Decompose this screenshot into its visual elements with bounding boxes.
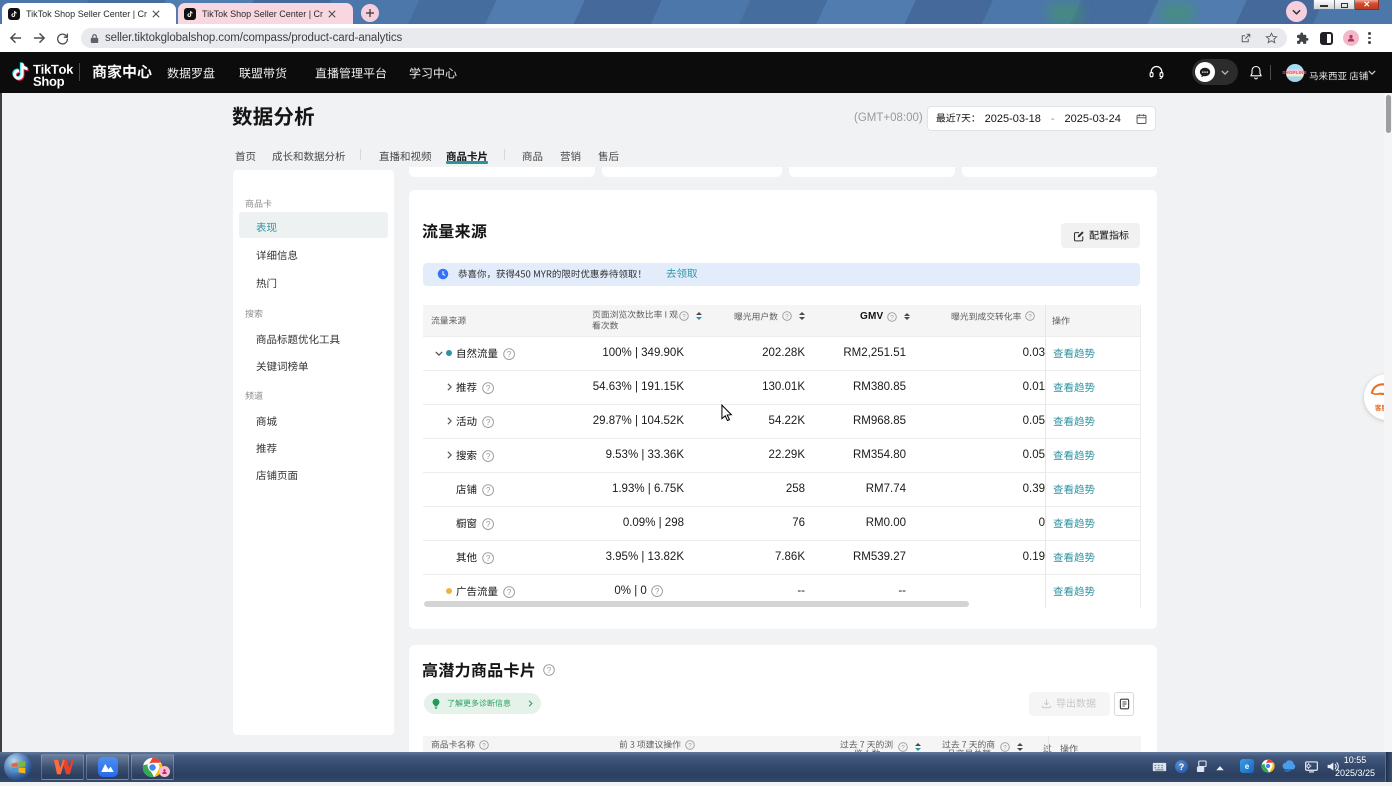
svg-text:?: ? — [785, 314, 789, 321]
svg-text:?: ? — [655, 587, 660, 596]
svg-text:?: ? — [1003, 745, 1007, 752]
svg-text:?: ? — [485, 554, 490, 563]
svg-text:?: ? — [485, 418, 490, 427]
svg-text:?: ? — [688, 742, 692, 749]
svg-text:?: ? — [482, 742, 486, 749]
svg-text:?: ? — [485, 486, 490, 495]
svg-text:?: ? — [506, 350, 511, 359]
svg-text:?: ? — [1029, 314, 1033, 321]
svg-text:?: ? — [891, 314, 895, 321]
svg-text:?: ? — [506, 588, 511, 597]
svg-text:?: ? — [682, 314, 686, 321]
svg-text:?: ? — [485, 384, 490, 393]
svg-text:?: ? — [485, 452, 490, 461]
svg-text:?: ? — [547, 666, 552, 675]
svg-text:?: ? — [485, 520, 490, 529]
svg-text:?: ? — [901, 745, 905, 752]
